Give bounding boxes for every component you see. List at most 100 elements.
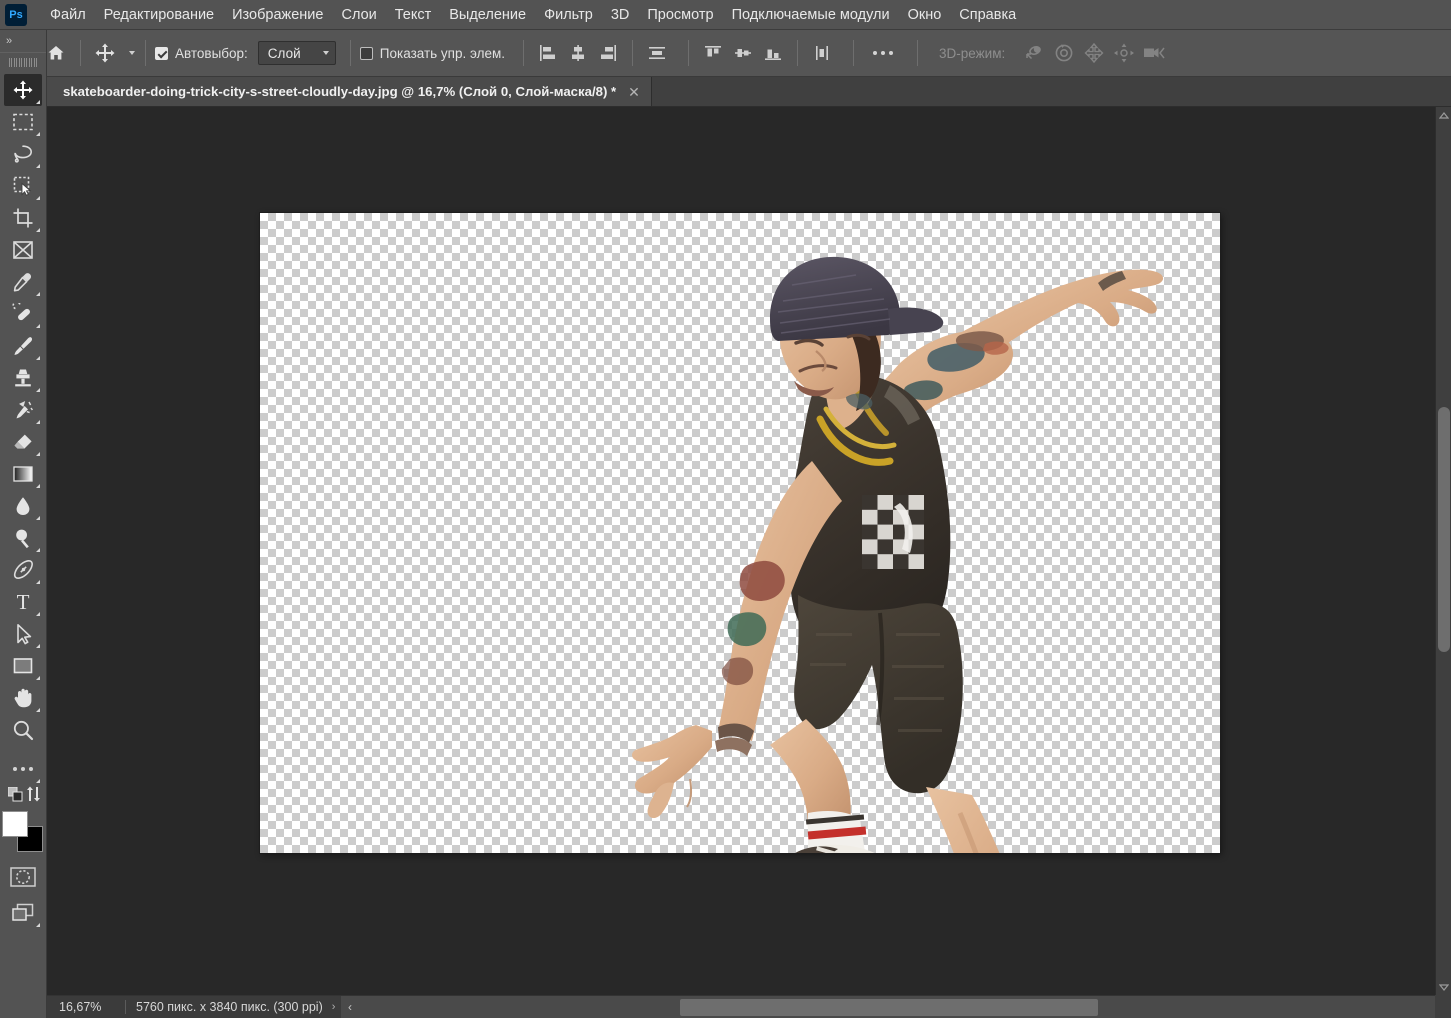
tool-flyout-indicator xyxy=(36,388,40,392)
close-icon[interactable]: ✕ xyxy=(626,85,642,99)
tool-move[interactable] xyxy=(4,74,42,106)
tool-spot-healing-brush[interactable] xyxy=(4,298,42,330)
photoshop-window: Ps Файл Редактирование Изображение Слои … xyxy=(0,0,1451,1018)
tool-blur[interactable] xyxy=(4,490,42,522)
more-options-icon[interactable] xyxy=(863,38,903,68)
screen-mode-button[interactable] xyxy=(4,897,42,929)
menu-item-edit[interactable]: Редактирование xyxy=(95,3,223,27)
tool-flyout-indicator xyxy=(36,324,40,328)
tool-flyout-indicator xyxy=(36,516,40,520)
vertical-scrollbar[interactable] xyxy=(1435,107,1451,995)
distribute-vertical-icon[interactable] xyxy=(807,38,837,68)
move-tool-preset-icon[interactable] xyxy=(90,38,120,68)
align-top-edges-icon[interactable] xyxy=(698,38,728,68)
tools-panel-grip[interactable] xyxy=(0,52,46,72)
tool-path-selection[interactable] xyxy=(4,618,42,650)
menu-item-image[interactable]: Изображение xyxy=(223,3,332,27)
artboard[interactable] xyxy=(260,213,1220,853)
tool-type[interactable]: T xyxy=(4,586,42,618)
scroll-left-arrow-icon[interactable]: ‹ xyxy=(341,996,359,1018)
menu-item-filter[interactable]: Фильтр xyxy=(535,3,602,27)
menu-item-file[interactable]: Файл xyxy=(41,3,95,27)
tool-flyout-indicator xyxy=(36,100,40,104)
mode-3d-label: 3D-режим: xyxy=(939,45,1006,61)
collapse-tools-panel-button[interactable]: » xyxy=(0,30,46,52)
tool-flyout-indicator xyxy=(36,484,40,488)
tool-rectangle[interactable] xyxy=(4,650,42,682)
tool-dodge[interactable] xyxy=(4,522,42,554)
scroll-up-arrow-icon[interactable] xyxy=(1436,107,1451,123)
foreground-color-swatch[interactable] xyxy=(2,811,28,837)
tool-flyout-indicator xyxy=(36,228,40,232)
menu-item-3d[interactable]: 3D xyxy=(602,3,639,27)
tool-history-brush[interactable] xyxy=(4,394,42,426)
tool-gradient[interactable] xyxy=(4,458,42,490)
tool-crop[interactable] xyxy=(4,202,42,234)
menu-bar: Ps Файл Редактирование Изображение Слои … xyxy=(0,0,1451,30)
align-horizontal-centers-icon[interactable] xyxy=(563,38,593,68)
status-expand-chevron-icon[interactable]: › xyxy=(332,1001,336,1013)
scroll-down-arrow-icon[interactable] xyxy=(1436,979,1451,995)
zoom-level-field[interactable]: 16,67% xyxy=(47,1000,125,1014)
tool-eraser[interactable] xyxy=(4,426,42,458)
divider xyxy=(917,40,919,66)
tool-zoom[interactable] xyxy=(4,714,42,746)
divider xyxy=(632,40,634,66)
tools-divider xyxy=(0,746,46,753)
tool-brush[interactable] xyxy=(4,330,42,362)
divider xyxy=(80,40,81,66)
tools-list: T xyxy=(0,72,46,929)
vertical-scrollbar-thumb[interactable] xyxy=(1438,407,1450,652)
camera-3d-icon xyxy=(1139,38,1169,68)
tool-flyout-indicator xyxy=(36,708,40,712)
status-bar: 16,67% 5760 пикс. x 3840 пикс. (300 ppi)… xyxy=(47,995,341,1018)
divider xyxy=(688,40,690,66)
tool-clone-stamp[interactable] xyxy=(4,362,42,394)
autoselect-checkbox[interactable] xyxy=(155,46,168,60)
distribute-horizontal-icon[interactable] xyxy=(642,38,672,68)
quick-mask-toggle[interactable] xyxy=(4,861,42,893)
divider xyxy=(145,40,146,66)
align-vertical-centers-icon[interactable] xyxy=(728,38,758,68)
tool-preset-chevron-down-icon[interactable] xyxy=(120,38,136,68)
divider xyxy=(523,40,525,66)
tool-edit-toolbar[interactable] xyxy=(4,753,42,785)
menu-item-window[interactable]: Окно xyxy=(899,3,951,27)
menu-item-layers[interactable]: Слои xyxy=(332,3,385,27)
menu-item-type[interactable]: Текст xyxy=(386,3,441,27)
default-colors-icon[interactable] xyxy=(7,786,23,802)
tool-pen[interactable] xyxy=(4,554,42,586)
chevron-down-icon xyxy=(322,51,329,55)
autoselect-scope-select[interactable]: Слой xyxy=(257,41,336,65)
tool-flyout-indicator xyxy=(36,196,40,200)
tool-flyout-indicator xyxy=(36,612,40,616)
tool-eyedropper[interactable] xyxy=(4,266,42,298)
tool-hand[interactable] xyxy=(4,682,42,714)
tools-panel: » T xyxy=(0,30,47,1018)
canvas-area[interactable] xyxy=(47,107,1435,995)
menu-item-plugins[interactable]: Подключаемые модули xyxy=(723,3,899,27)
autoselect-label: Автовыбор: xyxy=(175,45,248,61)
show-transform-controls-checkbox[interactable] xyxy=(359,46,373,60)
horizontal-scrollbar-thumb[interactable] xyxy=(680,999,1098,1016)
tool-lasso[interactable] xyxy=(4,138,42,170)
pan-3d-icon xyxy=(1079,38,1109,68)
menu-item-help[interactable]: Справка xyxy=(950,3,1025,27)
divider xyxy=(349,40,351,66)
document-tab[interactable]: skateboarder-doing-trick-city-s-street-c… xyxy=(47,77,652,106)
menu-item-select[interactable]: Выделение xyxy=(440,3,535,27)
divider xyxy=(797,40,799,66)
align-right-edges-icon[interactable] xyxy=(593,38,623,68)
tool-frame[interactable] xyxy=(4,234,42,266)
tool-flyout-indicator xyxy=(36,356,40,360)
align-bottom-edges-icon[interactable] xyxy=(758,38,788,68)
align-left-edges-icon[interactable] xyxy=(533,38,563,68)
horizontal-scrollbar[interactable]: ‹ › xyxy=(341,995,1451,1018)
svg-text:T: T xyxy=(17,591,30,613)
menu-item-view[interactable]: Просмотр xyxy=(638,3,722,27)
tool-object-selection[interactable] xyxy=(4,170,42,202)
roll-3d-icon xyxy=(1049,38,1079,68)
tool-rectangular-marquee[interactable] xyxy=(4,106,42,138)
swap-colors-icon[interactable] xyxy=(26,785,40,802)
options-bar: Автовыбор: Слой Показать упр. элем. 3D-р… xyxy=(0,30,1451,77)
